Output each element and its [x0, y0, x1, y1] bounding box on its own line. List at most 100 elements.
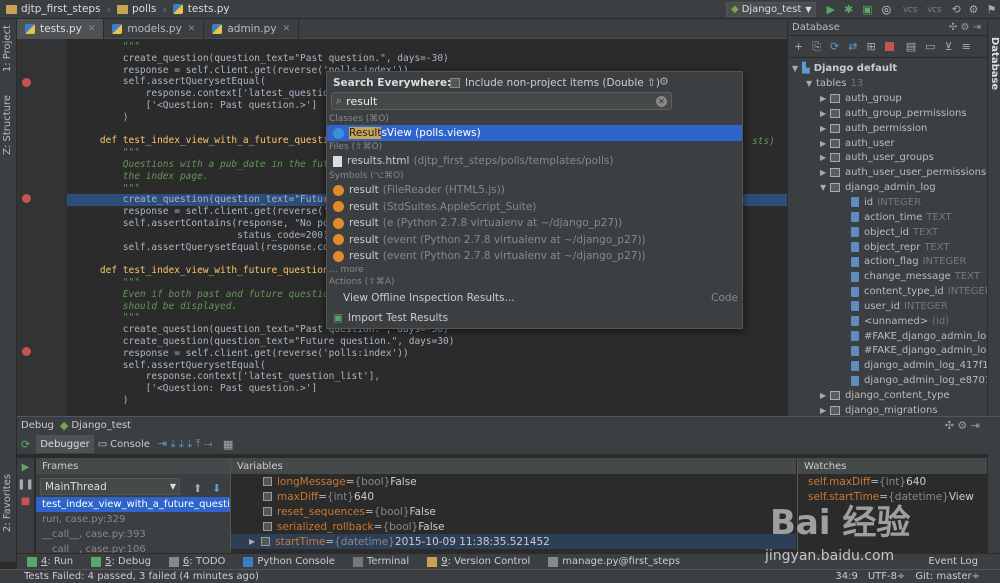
structure-tool-tab[interactable]: Z: Structure [2, 95, 13, 155]
tab-console[interactable]: ▭ Console [98, 439, 150, 450]
frame-item[interactable]: __call__, case.py:393 [36, 527, 230, 542]
tree-column[interactable]: #FAKE_django_admin_log [851, 329, 987, 344]
tree-tables-folder[interactable]: ▼ tables 13 [806, 76, 863, 91]
search-result-symbol[interactable]: result (event (Python 2.7.8 virtualenv at… [327, 248, 742, 264]
clear-icon[interactable]: ✕ [656, 95, 667, 107]
tree-column[interactable]: django_admin_log_e8701 [851, 373, 987, 388]
variable-row[interactable]: serialized_rollback = {bool} False [231, 519, 796, 534]
variable-row[interactable]: longMessage = {bool} False [231, 474, 796, 489]
profile-icon[interactable]: ◎ [882, 3, 892, 16]
tree-column[interactable]: #FAKE_django_admin_log [851, 343, 987, 358]
coverage-icon[interactable]: ▣ [862, 3, 872, 16]
tab-admin-py[interactable]: admin.py ✕ [204, 18, 300, 39]
search-result-symbol[interactable]: result (event (Python 2.7.8 virtualenv at… [327, 232, 742, 248]
breakpoint-icon[interactable] [22, 194, 31, 203]
properties-icon[interactable]: ⊞ [866, 40, 875, 53]
tree-table[interactable]: ▶ django_content_type [820, 388, 950, 403]
history-icon[interactable]: ⟲ [951, 3, 960, 16]
debug-icon[interactable]: ✱ [844, 3, 853, 16]
sync-icon[interactable]: ⇄ [848, 40, 857, 53]
frame-item[interactable]: run, case.py:329 [36, 512, 230, 527]
tab-tests-py[interactable]: tests.py ✕ [17, 18, 105, 39]
settings-icon[interactable]: ⚙ [969, 3, 979, 16]
search-result-symbol[interactable]: result (StdSuites.AppleScript_Suite) [327, 199, 742, 215]
tree-table[interactable]: ▶ auth_permission [820, 121, 927, 136]
include-non-project-checkbox[interactable]: Include non-project items (Double ⇧) [450, 75, 660, 91]
close-icon[interactable]: ✕ [282, 24, 290, 34]
structure-icon[interactable]: ⚑ [987, 3, 997, 16]
favorites-tool-tab[interactable]: 2: Favorites [2, 474, 13, 532]
arrow-down-icon[interactable]: ⬇ [212, 482, 221, 495]
show-execution-point-icon[interactable]: ⇥ ⤓ ⤓ ⤓ ⤒ ⤑ [158, 437, 213, 451]
breadcrumb-folder[interactable]: polls [116, 3, 156, 15]
run-icon[interactable]: ▶ [826, 3, 834, 16]
stop-icon[interactable] [884, 42, 894, 51]
tree-column[interactable]: action_time TEXT [851, 210, 952, 225]
tool-button[interactable]: 6: TODO [165, 556, 225, 567]
vcs-update-icon[interactable]: VCS [903, 6, 917, 14]
breadcrumb-file[interactable]: tests.py [172, 3, 230, 15]
debug-config-tab[interactable]: Django_test [71, 420, 131, 431]
action-import-test-results[interactable]: ▣ Import Test Results [327, 310, 742, 326]
rerun-icon[interactable]: ⟳ [21, 438, 30, 451]
copy-icon[interactable]: ⎘ [812, 40, 821, 54]
run-config-select[interactable]: ◆ Django_test ▼ [726, 2, 817, 17]
tab-models-py[interactable]: models.py ✕ [104, 18, 205, 39]
settings-icon[interactable]: ✣ ⚙ ⇥ [945, 419, 980, 432]
tree-column[interactable]: content_type_idINTEGER [851, 284, 987, 299]
tool-button[interactable]: 9: Version Control [423, 556, 530, 567]
search-result-file[interactable]: results.html (djtp_first_steps/polls/temp… [327, 153, 742, 169]
tool-button[interactable]: 5: Debug [87, 556, 151, 567]
resume-icon[interactable]: ▶ [17, 462, 34, 473]
tree-column[interactable]: user_id INTEGER [851, 299, 948, 314]
tree-table[interactable]: ▶ auth_user_user_permissions [820, 165, 986, 180]
breadcrumb-project[interactable]: djtp_first_steps [6, 3, 101, 15]
tree-column[interactable]: change_message TEXT [851, 269, 980, 284]
tree-table[interactable]: ▶ auth_group [820, 91, 902, 106]
arrow-up-icon[interactable]: ⬆ [193, 482, 202, 495]
add-icon[interactable]: + [794, 40, 803, 53]
tree-column[interactable]: <unnamed> (id) [851, 314, 949, 329]
tab-debugger[interactable]: Debugger [36, 435, 94, 453]
variable-row[interactable]: ▶ startTime = {datetime} 2015-10-09 11:38… [231, 534, 796, 549]
tool-button[interactable]: Terminal [349, 556, 409, 567]
evaluate-icon[interactable]: ▦ [223, 438, 233, 451]
breakpoint-icon[interactable] [22, 347, 31, 356]
search-result-class[interactable]: Result sView (polls.views) [327, 125, 742, 141]
tool-button[interactable]: 4: Run [23, 556, 73, 567]
tree-column[interactable]: id INTEGER [851, 195, 921, 210]
collapse-icon[interactable]: ≡ [962, 40, 971, 53]
frame-item[interactable]: test_index_view_with_a_future_questi [36, 497, 230, 512]
database-tool-tab[interactable]: Database [989, 37, 1000, 90]
tree-root[interactable]: ▼ ▙ Django default [792, 61, 897, 76]
tree-column[interactable]: django_admin_log_417f1b [851, 358, 987, 373]
pause-icon[interactable]: ❚❚ [17, 479, 34, 490]
status-message[interactable]: Tests Failed: 4 passed, 3 failed (4 minu… [24, 571, 259, 582]
git-branch[interactable]: Git: master÷ [915, 571, 980, 582]
tree-table[interactable]: ▶ auth_group_permissions [820, 106, 967, 121]
breakpoint-icon[interactable] [22, 78, 31, 87]
filter-icon[interactable]: ⊻ [945, 40, 953, 53]
variable-row[interactable]: reset_sequences = {bool} False [231, 504, 796, 519]
action-view-offline-inspection[interactable]: View Offline Inspection Results... Code [327, 290, 742, 306]
variable-row[interactable]: maxDiff = {int} 640 [231, 489, 796, 504]
close-icon[interactable]: ✕ [88, 24, 96, 34]
tree-table[interactable]: ▶ auth_user [820, 136, 895, 151]
close-icon[interactable]: ✕ [188, 24, 196, 34]
caret-position[interactable]: 34:9 [835, 571, 857, 582]
gear-icon[interactable]: ⚙ [659, 75, 669, 88]
tree-table[interactable]: ▶ auth_user_groups [820, 150, 934, 165]
tree-table[interactable]: ▼ django_admin_log [820, 180, 936, 195]
search-input[interactable]: ⌕ result ✕ [331, 92, 672, 110]
tree-column[interactable]: object_repr TEXT [851, 240, 950, 255]
thread-select[interactable]: MainThread ▼ [40, 478, 180, 495]
tree-table[interactable]: ▶ django_migrations [820, 403, 938, 416]
project-tool-tab[interactable]: 1: Project [2, 25, 13, 72]
search-result-symbol[interactable]: result (e (Python 2.7.8 virtualenv at ~/d… [327, 215, 742, 231]
search-result-symbol[interactable]: result (FileReader (HTML5.js)) [327, 182, 742, 198]
watch-row[interactable]: self.maxDiff = {int} 640 [798, 474, 987, 489]
table-icon[interactable]: ▤ [906, 40, 916, 53]
editor-gutter[interactable] [17, 39, 67, 416]
more-link[interactable]: ... more [329, 265, 364, 275]
tool-button[interactable]: manage.py@first_steps [544, 556, 680, 567]
